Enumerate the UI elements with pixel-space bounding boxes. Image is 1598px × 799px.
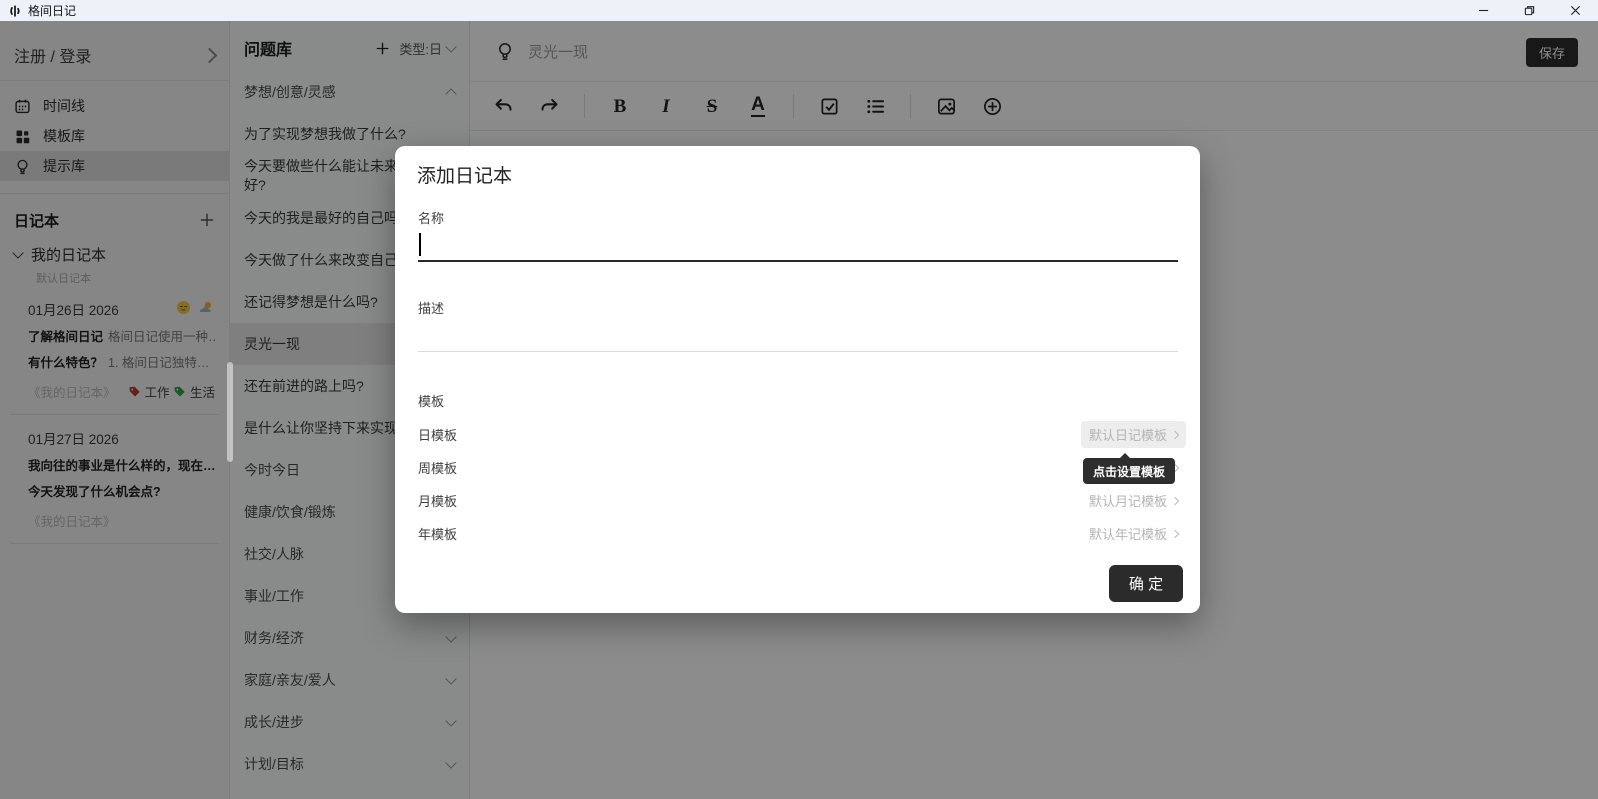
diary-name-input[interactable] xyxy=(418,230,1178,262)
template-row-day: 日模板 默认日记模板 xyxy=(418,418,1178,451)
dialog-title: 添加日记本 xyxy=(417,161,512,188)
close-button[interactable] xyxy=(1552,0,1598,21)
template-row-year: 年模板 默认年记模板 xyxy=(418,517,1178,550)
template-value-button[interactable]: 默认月记模板 xyxy=(1089,491,1178,510)
app-logo-icon xyxy=(8,4,22,18)
template-value-label: 默认年记模板 xyxy=(1089,524,1167,543)
template-value-button[interactable]: 默认日记模板 xyxy=(1081,421,1186,448)
template-row-label: 月模板 xyxy=(418,491,457,510)
description-field-label: 描述 xyxy=(418,298,444,317)
template-row-label: 周模板 xyxy=(418,458,457,477)
template-row-label: 日模板 xyxy=(418,425,457,444)
chevron-right-icon xyxy=(1171,529,1179,537)
template-section-label: 模板 xyxy=(418,391,444,410)
template-value-label: 默认日记模板 xyxy=(1089,425,1167,444)
template-row-month: 月模板 默认月记模板 xyxy=(418,484,1178,517)
minimize-button[interactable] xyxy=(1460,0,1506,21)
diary-description-input[interactable] xyxy=(418,321,1178,352)
template-value-button[interactable]: 默认年记模板 xyxy=(1089,524,1178,543)
sidebar-scrollbar-thumb[interactable] xyxy=(227,362,233,462)
template-tooltip: 点击设置模板 xyxy=(1083,458,1175,484)
window-controls xyxy=(1460,0,1598,21)
chevron-right-icon xyxy=(1171,496,1179,504)
template-row-label: 年模板 xyxy=(418,524,457,543)
app-window: 格间日记 注册 / 登录 时间线模板库提示库 日记本 xyxy=(0,0,1598,799)
template-value-label: 默认月记模板 xyxy=(1089,491,1167,510)
chevron-right-icon xyxy=(1171,430,1179,438)
template-rows: 日模板 默认日记模板周模板默认周记模板月模板 默认月记模板年模板 默认年记模板 xyxy=(418,418,1178,550)
window-title: 格间日记 xyxy=(28,2,76,19)
template-row-week: 周模板默认周记模板 xyxy=(418,451,1178,484)
confirm-button[interactable]: 确 定 xyxy=(1109,565,1183,602)
text-caret xyxy=(419,233,421,256)
window-titlebar: 格间日记 xyxy=(0,0,1598,21)
restore-button[interactable] xyxy=(1506,0,1552,21)
name-field-label: 名称 xyxy=(418,208,444,227)
add-diary-dialog: 添加日记本 名称 描述 模板 日模板 默认日记模板周模板默认周记模板月模板 默认月记… xyxy=(395,146,1200,613)
